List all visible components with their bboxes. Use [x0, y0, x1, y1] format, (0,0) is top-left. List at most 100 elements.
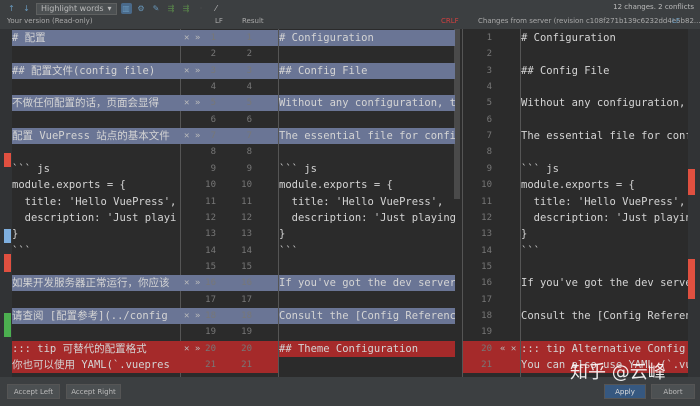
right-line: description: 'Just playing	[521, 211, 688, 224]
result-line[interactable]	[279, 259, 455, 275]
abort-button[interactable]: Abort	[651, 384, 695, 399]
left-line: ```	[12, 244, 31, 257]
result-line[interactable]: Without any configuration, t	[279, 95, 455, 112]
left-line-number: 17	[205, 294, 216, 305]
editor-row: # 配置 ✕ » 1 1 # Configuration 1 # Configuration	[0, 30, 700, 46]
result-line[interactable]: # Configuration	[279, 30, 455, 46]
left-line: 如果开发服务器正常运行，你应该	[12, 275, 180, 292]
diff-icon[interactable]: ⁄	[211, 3, 222, 14]
apply-all-icon[interactable]: ·	[196, 3, 207, 14]
editor-row: 6 6 6	[0, 112, 700, 128]
left-line	[12, 292, 180, 308]
magic-resolve-icon[interactable]: ✎	[151, 3, 162, 14]
editor-row: } 13 13} 13}	[0, 226, 700, 242]
result-line-number: 13	[241, 229, 252, 240]
editor-row: 不做任何配置的话，页面会显得 ✕ » 5 5 Without any configura…	[0, 95, 700, 112]
settings-icon[interactable]: ⚙	[136, 3, 147, 14]
right-line-number: 14	[481, 245, 492, 256]
result-line[interactable]: description: 'Just playing	[279, 210, 455, 226]
result-line[interactable]: }	[279, 226, 455, 242]
result-line[interactable]	[279, 292, 455, 308]
result-line-number: 7	[246, 131, 252, 142]
arrow-up-icon[interactable]: ↑	[6, 3, 17, 14]
right-line-number: 8	[486, 147, 492, 158]
result-line[interactable]	[279, 46, 455, 62]
right-line-number: 11	[481, 196, 492, 207]
result-line[interactable]	[279, 79, 455, 95]
left-line-number: 7	[210, 131, 216, 142]
right-line-number: 5	[486, 98, 492, 109]
accept-right-marker[interactable]: « ✕	[500, 341, 520, 357]
result-line[interactable]: ``` js	[279, 161, 455, 177]
right-line-number: 16	[481, 278, 492, 289]
right-line-number: 12	[481, 212, 492, 223]
apply-nonconflict-right-icon[interactable]: ⇶	[181, 3, 192, 14]
right-line-number: 6	[486, 114, 492, 125]
right-separator-label: LF	[672, 17, 680, 25]
right-line	[521, 259, 688, 275]
left-line-number: 13	[205, 229, 216, 240]
editor-row: 请查阅 [配置参考](../config ✕ » 18 18 Consult the […	[0, 307, 700, 324]
result-line[interactable]: If you've got the dev server	[279, 275, 455, 292]
left-line: # 配置	[12, 30, 180, 46]
accept-left-button[interactable]: Accept Left	[7, 384, 60, 399]
result-line-number: 14	[241, 245, 252, 256]
result-line-number: 18	[241, 310, 252, 321]
left-line	[12, 46, 180, 62]
result-line-number: 1	[246, 33, 252, 43]
left-line	[12, 112, 180, 128]
result-line[interactable]: Consult the [Config Reference	[279, 307, 455, 324]
result-line[interactable]	[279, 112, 455, 128]
left-line-number: 11	[205, 196, 216, 207]
right-line-number: 9	[486, 163, 492, 174]
left-line-number: 16	[205, 278, 216, 289]
result-line-number: 17	[241, 294, 252, 305]
result-line-number: 20	[241, 343, 252, 354]
right-line	[521, 79, 688, 95]
left-line-number: 2	[210, 49, 216, 60]
result-line[interactable]: module.exports = {	[279, 177, 455, 193]
left-line	[12, 324, 180, 340]
left-line: 请查阅 [配置参考](../config	[12, 307, 180, 324]
left-line: ## 配置文件(config file)	[12, 62, 180, 79]
apply-button[interactable]: Apply	[604, 384, 646, 399]
left-line-number: 4	[210, 82, 216, 93]
right-line-number: 19	[481, 327, 492, 338]
result-line[interactable]	[279, 144, 455, 160]
highlight-mode-select[interactable]: Highlight words ▾	[36, 2, 117, 15]
editor-row: title: 'Hello VuePress', 11 11 title: 'Hel…	[0, 194, 700, 210]
result-line-number: 5	[246, 98, 252, 109]
left-line: 不做任何配置的话，页面会显得	[12, 95, 180, 112]
result-line[interactable]	[279, 324, 455, 340]
result-line-number: 9	[246, 163, 252, 174]
editor-row: ## 配置文件(config file) ✕ » 3 3 ## Config File 3…	[0, 62, 700, 79]
result-line[interactable]: ## Config File	[279, 62, 455, 79]
apply-nonconflict-left-icon[interactable]: ⇶	[166, 3, 177, 14]
left-separator-label: LF	[215, 17, 223, 25]
result-line[interactable]: title: 'Hello VuePress',	[279, 194, 455, 210]
left-line-number: 14	[205, 245, 216, 256]
result-line[interactable]: The essential file for confi	[279, 128, 455, 145]
result-pane-title: Result	[242, 17, 264, 25]
left-line-number: 6	[210, 114, 216, 125]
changes-summary: 12 changes. 2 conflicts	[613, 3, 694, 11]
result-line-number: 2	[246, 49, 252, 60]
columns-icon[interactable]: ▥	[120, 3, 132, 14]
result-line[interactable]: ## Theme Configuration	[279, 340, 455, 357]
result-line-number: 16	[241, 278, 252, 289]
arrow-down-icon[interactable]: ↓	[21, 3, 32, 14]
right-line-number: 2	[486, 49, 492, 60]
accept-right-button[interactable]: Accept Right	[66, 384, 121, 399]
left-line: 你也可以使用 YAML(`.vuepres	[12, 357, 180, 373]
right-line: If you've got the dev serve	[521, 277, 688, 290]
right-line-number: 4	[486, 82, 492, 93]
result-line[interactable]	[279, 357, 455, 373]
left-line: title: 'Hello VuePress',	[12, 195, 177, 208]
left-line-number: 21	[205, 360, 216, 370]
left-gutter-highlight	[180, 357, 278, 373]
right-line: Consult the [Config Referenc	[521, 309, 688, 322]
right-line-number: 21	[481, 360, 492, 370]
result-line-number: 4	[246, 82, 252, 93]
result-line[interactable]: ```	[279, 243, 455, 259]
left-line-number: 1	[210, 33, 216, 43]
